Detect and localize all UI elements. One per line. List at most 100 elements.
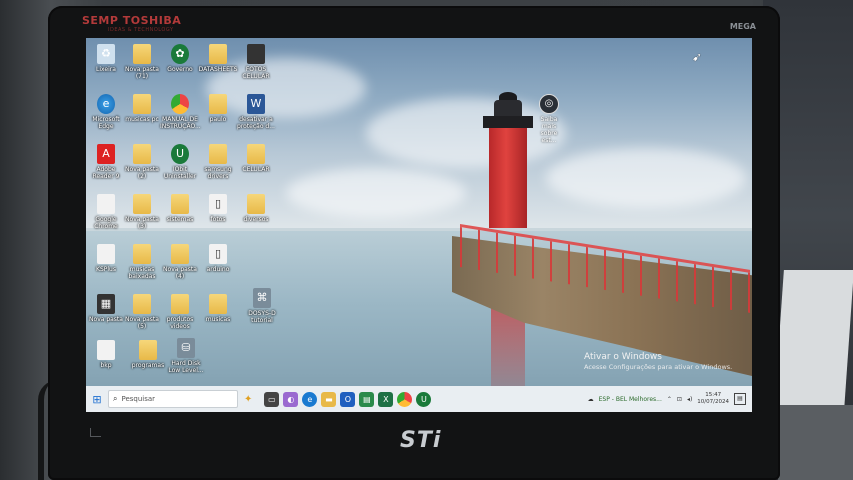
paper-sheet bbox=[774, 270, 853, 410]
chevron-up-icon[interactable]: ⌃ bbox=[667, 396, 672, 403]
desktop-icon-celular[interactable]: CELULAR bbox=[236, 144, 276, 173]
copilot-sparkle-icon[interactable]: ✦ bbox=[244, 394, 252, 405]
search-box[interactable]: ⌕ Pesquisar bbox=[108, 390, 238, 408]
desktop-icon-hard-disk[interactable]: ⛁ Hard Disk Low Level... bbox=[166, 338, 206, 374]
desktop-icon-programas[interactable]: programas bbox=[128, 340, 168, 369]
folder-icon bbox=[171, 244, 189, 264]
desktop-icon-manual[interactable]: MANUAL DE INSTRUÇÃO... bbox=[160, 94, 201, 130]
system-tray: ☁ ESP - BEL Melhores... ⌃ ⊡ ◂) 15:47 10/… bbox=[588, 386, 746, 412]
desktop-screen: ♻ Lixeira e Microsoft Edge A Adobe Reader 9… bbox=[86, 38, 752, 412]
recycle-bin-icon: ♻ bbox=[97, 44, 115, 64]
folder-icon bbox=[139, 340, 157, 360]
desktop-icon-nova-pasta-2[interactable]: Nova pasta (2) bbox=[122, 144, 162, 180]
desktop-icon-edge[interactable]: e Microsoft Edge bbox=[86, 94, 126, 130]
file-icon bbox=[97, 194, 115, 214]
desktop-icon-chrome-shortcut[interactable]: Google Chrome bbox=[86, 194, 126, 230]
adobe-pdf-icon: A bbox=[97, 144, 115, 164]
lighthouse-lamp bbox=[494, 100, 522, 116]
activate-subtitle: Acesse Configurações para ativar o Windo… bbox=[584, 363, 733, 371]
activate-title: Ativar o Windows bbox=[584, 352, 662, 362]
desktop-icon-nova-pasta-71[interactable]: Nova pasta (71) bbox=[122, 44, 162, 80]
taskbar-apps: ▭ ◐ e ▬ O ▤ X U bbox=[264, 391, 432, 407]
folder-icon bbox=[247, 44, 265, 64]
monitor-logo: STi bbox=[400, 428, 442, 453]
folder-icon bbox=[209, 294, 227, 314]
monitor-corner-mark bbox=[90, 428, 101, 437]
desktop-icon-governo[interactable]: ✿ Governo bbox=[160, 44, 200, 73]
desktop-icon-iobit[interactable]: U IObit Uninstaller bbox=[160, 144, 200, 180]
search-icon: ⌕ bbox=[113, 394, 118, 403]
file-explorer-icon[interactable]: ▬ bbox=[321, 391, 337, 407]
folder-icon bbox=[171, 194, 189, 214]
meet-icon[interactable]: ◐ bbox=[283, 391, 299, 407]
monitor-brand: SEMP TOSHIBA bbox=[82, 14, 182, 27]
start-button[interactable]: ⊞ bbox=[86, 386, 108, 412]
clock-time: 15:47 bbox=[705, 392, 722, 398]
desktop-icon-musicas[interactable]: musicas bbox=[198, 294, 238, 323]
app-icon: ✿ bbox=[171, 44, 189, 64]
folder-icon bbox=[171, 294, 189, 314]
desktop-icon-musicas-pc[interactable]: musicas pc bbox=[122, 94, 162, 123]
folder-icon bbox=[133, 144, 151, 164]
folder-icon bbox=[133, 94, 151, 114]
folder-icon bbox=[247, 194, 265, 214]
iobit-icon: U bbox=[171, 144, 189, 164]
pc-case bbox=[778, 405, 853, 480]
spreadsheet-icon[interactable]: ▤ bbox=[359, 391, 375, 407]
desktop-icon-datasheets[interactable]: DATASHEETS bbox=[198, 44, 238, 73]
desktop-icon-recycle-bin[interactable]: ♻ Lixeira bbox=[86, 44, 126, 73]
learn-about-picture[interactable]: ◎ Saiba mais sobre est... bbox=[534, 94, 564, 144]
lighthouse-tower bbox=[489, 128, 527, 228]
folder-icon bbox=[209, 144, 227, 164]
weather-icon: ☁ bbox=[587, 395, 594, 403]
folder-icon bbox=[209, 94, 227, 114]
desktop-icon-ksplus[interactable]: KSPlus bbox=[86, 244, 126, 273]
edge-icon: e bbox=[97, 94, 115, 114]
task-view-icon[interactable]: ▭ bbox=[264, 391, 280, 407]
clock[interactable]: 15:47 10/07/2024 bbox=[697, 392, 729, 406]
desktop-icon-nova-pasta[interactable]: ▦ Nova pasta bbox=[86, 294, 126, 323]
desktop-icon-arduino[interactable]: ▯ arduino bbox=[198, 244, 238, 273]
folder-icon bbox=[209, 44, 227, 64]
folder-icon bbox=[133, 194, 151, 214]
excel-icon[interactable]: X bbox=[378, 391, 394, 407]
desktop-icon-produtos-videos[interactable]: produtos videos bbox=[160, 294, 200, 330]
folder-icon bbox=[247, 144, 265, 164]
monitor-model-tag: MEGA bbox=[729, 22, 756, 31]
desktop-icon-nova-pasta-4[interactable]: Nova pasta (4) bbox=[160, 244, 200, 280]
desktop-icon-samsung-drivers[interactable]: samsung drivers bbox=[198, 144, 238, 180]
desktop-icon-nova-pasta-3[interactable]: Nova pasta (3) bbox=[122, 194, 162, 230]
word-doc-icon: W bbox=[247, 94, 265, 114]
hard-disk-icon: ⛁ bbox=[177, 338, 195, 358]
desktop-icon-fotos[interactable]: ▯ fotos bbox=[198, 194, 238, 223]
edge-taskbar-icon[interactable]: e bbox=[302, 391, 318, 407]
desktop-icon-dosys[interactable]: ⌘ DOSYS-D tutorial bbox=[242, 288, 282, 324]
desktop-icon-bkp[interactable]: bkp bbox=[86, 340, 126, 369]
file-icon bbox=[97, 340, 115, 360]
network-icon[interactable]: ⊡ bbox=[677, 396, 682, 403]
activate-windows-watermark: Ativar o Windows Acesse Configurações pa… bbox=[584, 352, 732, 371]
desktop-icon-desativar[interactable]: Wdesativar a proteção d... bbox=[236, 94, 276, 130]
folder-icon bbox=[133, 244, 151, 264]
outlook-icon[interactable]: O bbox=[340, 391, 356, 407]
chrome-taskbar-icon[interactable] bbox=[397, 391, 413, 407]
taskbar: ⊞ ⌕ Pesquisar ✦ ▭ ◐ e ▬ O ▤ X U ☁ ESP - … bbox=[86, 386, 752, 412]
monitor-brand-sub: IDEAS & TECHNOLOGY bbox=[108, 27, 174, 33]
volume-icon[interactable]: ◂) bbox=[687, 396, 692, 403]
desktop-icon-nova-pasta-5[interactable]: Nova pasta (5) bbox=[122, 294, 162, 330]
folder-icon bbox=[133, 294, 151, 314]
lighthouse-gallery bbox=[483, 116, 533, 128]
camera-icon: ◎ bbox=[539, 94, 559, 114]
desktop-icon-musicas-baixadas[interactable]: musicas baixadas bbox=[122, 244, 162, 280]
desktop-icon-sistemas[interactable]: sistemas bbox=[160, 194, 200, 223]
iobit-taskbar-icon[interactable]: U bbox=[416, 391, 432, 407]
desktop-icon-adobe[interactable]: A Adobe Reader 9 bbox=[86, 144, 126, 180]
app-icon: ⌘ bbox=[253, 288, 271, 308]
folder-icon: ▯ bbox=[209, 194, 227, 214]
notification-icon[interactable]: ▤ bbox=[734, 393, 746, 405]
desktop-icon-paulo[interactable]: paulo bbox=[198, 94, 238, 123]
tray-news-text[interactable]: ESP - BEL Melhores... bbox=[599, 396, 662, 403]
desktop-icon-fotos-celular[interactable]: FOTOS CELULAR bbox=[236, 44, 276, 80]
desktop-icon-diversos[interactable]: diversos bbox=[236, 194, 276, 223]
folder-icon bbox=[133, 44, 151, 64]
